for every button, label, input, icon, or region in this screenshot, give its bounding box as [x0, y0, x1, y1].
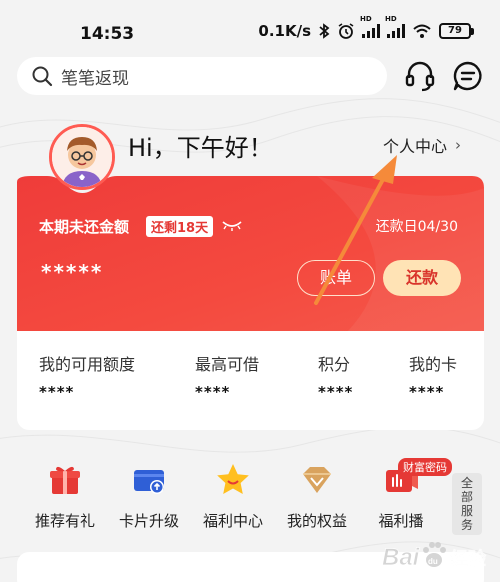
- wifi-icon: [413, 24, 431, 38]
- search-icon: [32, 66, 53, 87]
- wealth-code-tag: 财富密码: [398, 458, 452, 476]
- shortcut-label: 福利播: [378, 512, 424, 530]
- stat-my-cards[interactable]: 我的卡 ****: [409, 351, 457, 401]
- personal-center-link[interactable]: 个人中心 ›: [383, 133, 461, 157]
- star-smile-icon: [217, 464, 249, 494]
- stat-value: ****: [39, 383, 75, 401]
- stat-label: 积分: [318, 355, 351, 374]
- battery-level: 79: [439, 23, 471, 39]
- all-services-button[interactable]: 全 部 服 务: [452, 473, 482, 535]
- shortcut-label: 福利中心: [202, 512, 263, 530]
- customer-service-icon[interactable]: [403, 59, 437, 93]
- unpaid-amount-title: 本期未还金额: [39, 218, 130, 236]
- repay-button[interactable]: 还款: [383, 260, 461, 296]
- stat-max-borrow[interactable]: 最高可借 ****: [195, 351, 259, 401]
- shortcut-refer-gift[interactable]: 推荐有礼: [24, 462, 106, 531]
- greeting-text: Hi，下午好！: [128, 134, 273, 162]
- status-icons: 0.1K/s HD HD 79: [258, 15, 474, 40]
- shortcut-label: 我的权益: [286, 512, 347, 530]
- paw-icon: du: [423, 542, 446, 567]
- signal-2-icon: HD: [385, 15, 405, 38]
- bill-button[interactable]: 账单: [297, 260, 375, 296]
- stat-available-credit[interactable]: 我的可用额度 ****: [39, 351, 135, 401]
- stat-value: ****: [409, 383, 445, 401]
- shortcut-label: 推荐有礼: [34, 512, 95, 530]
- bill-card[interactable]: 本期未还金额 还剩18天 还款日04/30 ***** 账单 还款: [17, 168, 484, 332]
- net-speed: 0.1K/s: [258, 22, 311, 40]
- diamond-icon: [303, 467, 331, 493]
- search-bar[interactable]: 笔笔返现: [17, 57, 387, 95]
- eye-closed-icon[interactable]: [221, 218, 243, 232]
- bluetooth-icon: [319, 23, 330, 39]
- shortcut-card-upgrade[interactable]: 卡片升级: [108, 462, 190, 531]
- stat-label: 我的可用额度: [39, 355, 136, 374]
- chevron-right-icon: ›: [455, 136, 462, 154]
- stat-value: ****: [318, 383, 354, 401]
- card-upgrade-icon: [134, 470, 164, 494]
- shortcut-my-rights[interactable]: 我的权益: [276, 462, 358, 531]
- all-services-char: 部: [460, 490, 473, 504]
- battery-icon: 79: [439, 23, 474, 39]
- all-services-char: 务: [460, 518, 473, 532]
- status-bar: 14:53 0.1K/s HD HD 79: [0, 0, 500, 56]
- stat-points[interactable]: 积分 ****: [318, 351, 353, 401]
- message-icon[interactable]: [451, 59, 485, 93]
- due-date: 还款日04/30: [375, 219, 458, 235]
- watermark-bai: Bai: [382, 544, 421, 571]
- status-time: 14:53: [80, 24, 135, 44]
- all-services-char: 全: [460, 476, 473, 490]
- search-placeholder: 笔笔返现: [61, 68, 129, 89]
- gift-icon: [50, 466, 80, 494]
- credit-stats: 我的可用额度 **** 最高可借 **** 积分 **** 我的卡 ****: [17, 331, 484, 430]
- baidu-watermark: Bai du 经验: [382, 542, 487, 571]
- avatar[interactable]: [49, 124, 115, 190]
- all-services-char: 服: [460, 504, 473, 518]
- stat-label: 我的卡: [409, 355, 458, 374]
- shortcut-welfare-center[interactable]: 福利中心: [192, 462, 274, 531]
- personal-center-label: 个人中心: [383, 137, 448, 156]
- shortcut-label: 卡片升级: [118, 512, 179, 530]
- avatar-image: [52, 127, 112, 187]
- stat-value: ****: [195, 383, 231, 401]
- signal-1-icon: HD: [360, 15, 380, 38]
- watermark-suffix: 经验: [450, 548, 487, 570]
- stat-label: 最高可借: [195, 355, 260, 374]
- bill-card-background: [17, 176, 484, 332]
- masked-amount: *****: [41, 260, 104, 284]
- watermark-du: du: [428, 557, 438, 566]
- days-left-badge: 还剩18天: [146, 216, 214, 237]
- alarm-icon: [338, 23, 354, 39]
